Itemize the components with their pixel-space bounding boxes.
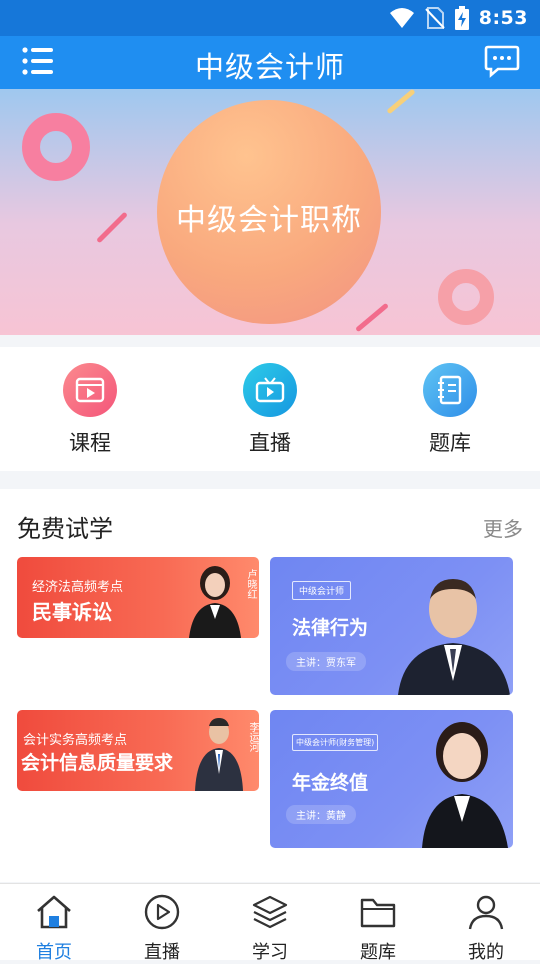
course-card[interactable]: 中级会计师 法律行为 主讲：贾东军 bbox=[270, 557, 513, 695]
shortcut-label: 课程 bbox=[69, 431, 111, 455]
shortcut-courses[interactable]: 课程 bbox=[30, 363, 150, 457]
shortcut-bar: 课程 直播 题库 bbox=[0, 347, 540, 471]
shortcut-question-bank[interactable]: 题库 bbox=[390, 363, 510, 457]
person-icon bbox=[468, 895, 504, 930]
card-title: 法律行为 bbox=[292, 617, 369, 639]
decor-stick bbox=[386, 89, 416, 115]
course-card[interactable]: 会计实务高频考点 会计信息质量要求 李运河 bbox=[17, 710, 259, 791]
status-bar: 8:53 bbox=[0, 0, 540, 36]
decor-ring-left bbox=[22, 113, 90, 181]
message-icon[interactable] bbox=[484, 44, 520, 78]
card-tag: 中级会计师(财务管理) bbox=[292, 734, 379, 751]
tab-label: 学习 bbox=[252, 942, 288, 963]
shortcut-label: 题库 bbox=[429, 431, 471, 455]
tab-label: 首页 bbox=[36, 942, 72, 963]
lecturer-photo bbox=[195, 718, 243, 791]
card-lecturer: 主讲：贾东军 bbox=[286, 652, 366, 671]
notebook-icon bbox=[423, 363, 477, 417]
card-subtitle: 经济法高频考点 bbox=[32, 580, 124, 595]
page-title: 中级会计师 bbox=[194, 50, 345, 84]
lecturer-photo bbox=[422, 722, 508, 848]
card-title: 年金终值 bbox=[292, 772, 369, 794]
lecturer-photo bbox=[398, 579, 510, 695]
layers-icon bbox=[252, 895, 288, 929]
card-title: 会计信息质量要求 bbox=[21, 752, 174, 774]
card-tag: 中级会计师 bbox=[292, 581, 352, 600]
card-title: 民事诉讼 bbox=[32, 600, 112, 624]
card-signature: 李运河 bbox=[247, 722, 258, 752]
battery-charging-icon bbox=[454, 6, 469, 30]
tab-home[interactable]: 首页 bbox=[0, 892, 108, 964]
banner-text: 中级会计职称 bbox=[176, 203, 362, 238]
section-title: 免费试学 bbox=[17, 515, 113, 543]
tab-study[interactable]: 学习 bbox=[216, 892, 324, 964]
card-signature: 卢晓红 bbox=[245, 569, 256, 599]
tv-icon bbox=[243, 363, 297, 417]
tab-label: 题库 bbox=[360, 942, 396, 963]
tab-live[interactable]: 直播 bbox=[108, 892, 216, 964]
tab-label: 我的 bbox=[468, 942, 504, 963]
home-icon bbox=[37, 895, 71, 929]
decor-stick bbox=[355, 302, 389, 333]
play-circle-icon bbox=[144, 894, 180, 930]
free-trial-section: 免费试学 更多 经济法高频考点 民事诉讼 卢晓红 中级会计师 法律行为 主讲：贾… bbox=[0, 489, 540, 882]
banner[interactable]: 中级会计职称 bbox=[0, 89, 540, 335]
folder-icon bbox=[360, 898, 396, 928]
shortcut-live[interactable]: 直播 bbox=[210, 363, 330, 457]
video-play-icon bbox=[63, 363, 117, 417]
course-card[interactable]: 经济法高频考点 民事诉讼 卢晓红 bbox=[17, 557, 259, 638]
tab-label: 直播 bbox=[144, 942, 180, 963]
app-bar: 中级会计师 bbox=[0, 36, 540, 89]
status-icons: 8:53 bbox=[389, 6, 528, 30]
tab-mine[interactable]: 我的 bbox=[432, 892, 540, 964]
decor-ring-right bbox=[438, 269, 494, 325]
course-card[interactable]: 中级会计师(财务管理) 年金终值 主讲：黄静 bbox=[270, 710, 513, 848]
lecturer-photo bbox=[189, 566, 241, 638]
bottom-tab-bar: 首页 直播 学习 题库 我的 bbox=[0, 883, 540, 963]
wifi-icon bbox=[389, 8, 414, 28]
tab-question-bank[interactable]: 题库 bbox=[324, 892, 432, 964]
shortcut-label: 直播 bbox=[249, 431, 291, 455]
decor-stick bbox=[96, 211, 128, 244]
card-lecturer: 主讲：黄静 bbox=[286, 805, 356, 824]
status-time: 8:53 bbox=[478, 7, 528, 29]
more-link[interactable]: 更多 bbox=[483, 513, 523, 542]
no-sim-icon bbox=[425, 7, 445, 29]
card-subtitle: 会计实务高频考点 bbox=[23, 733, 128, 748]
